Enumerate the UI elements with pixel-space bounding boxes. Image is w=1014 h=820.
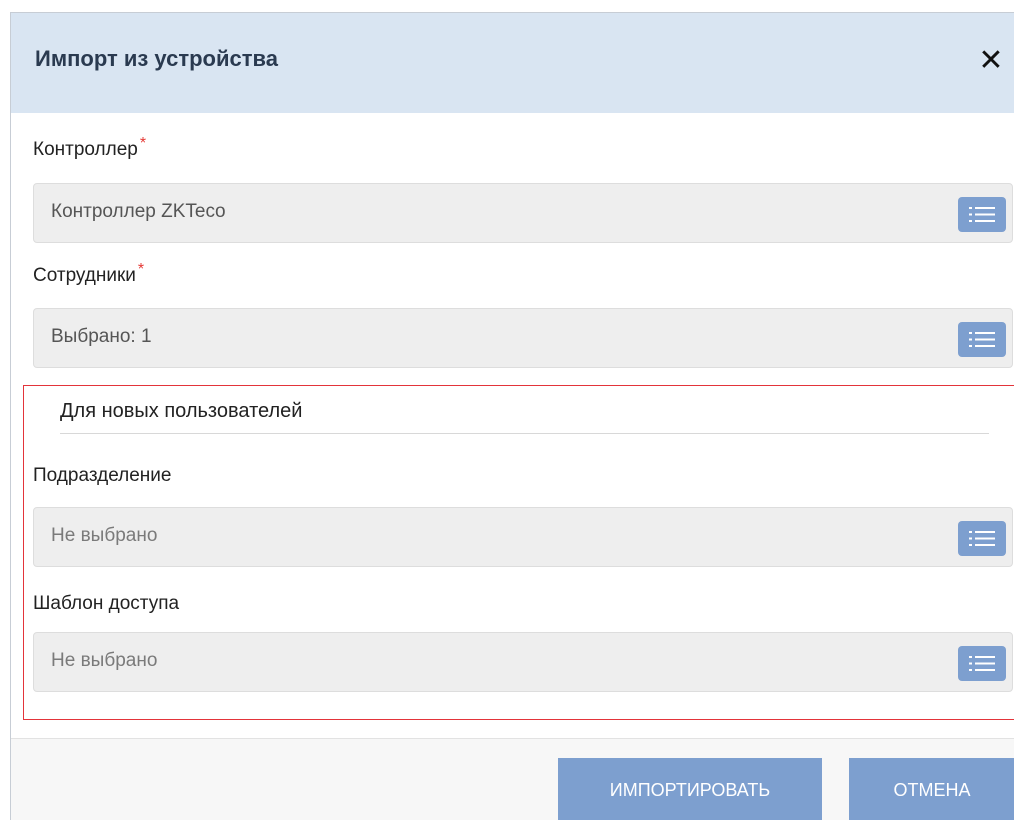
required-mark: * [139,135,147,152]
group-divider [60,433,989,434]
cancel-button[interactable]: ОТМЕНА [849,758,1014,820]
required-mark: * [137,261,145,278]
access-template-label: Шаблон доступа [33,593,180,614]
employees-label: Сотрудники * [33,261,144,287]
employees-field[interactable]: Выбрано: 1 [33,308,1013,368]
list-icon [969,332,995,347]
list-icon [969,656,995,671]
department-value: Не выбрано [51,525,158,546]
department-select-button[interactable] [958,521,1006,556]
list-icon [969,531,995,546]
employees-label-text: Сотрудники [33,265,136,286]
new-users-title: Для новых пользователей [60,400,303,422]
dialog-footer: ИМПОРТИРОВАТЬ ОТМЕНА [11,738,1014,820]
employees-value: Выбрано: 1 [51,326,152,347]
dialog-header: Импорт из устройства ✕ [11,13,1014,113]
controller-select-button[interactable] [958,197,1006,232]
list-icon [969,207,995,222]
close-icon[interactable]: ✕ [977,41,1005,81]
access-template-select-button[interactable] [958,646,1006,681]
import-dialog: Импорт из устройства ✕ Контроллер * Контр… [10,12,1014,820]
employees-select-button[interactable] [958,322,1006,357]
import-button[interactable]: ИМПОРТИРОВАТЬ [558,758,822,820]
department-field[interactable]: Не выбрано [33,507,1013,567]
access-template-value: Не выбрано [51,650,158,671]
access-template-field[interactable]: Не выбрано [33,632,1013,692]
controller-label: Контроллер * [33,135,146,161]
controller-field[interactable]: Контроллер ZKTeco [33,183,1013,243]
controller-label-text: Контроллер [33,139,138,160]
dialog-title: Импорт из устройства [35,46,278,71]
department-label: Подразделение [33,465,172,486]
controller-value: Контроллер ZKTeco [51,201,226,222]
